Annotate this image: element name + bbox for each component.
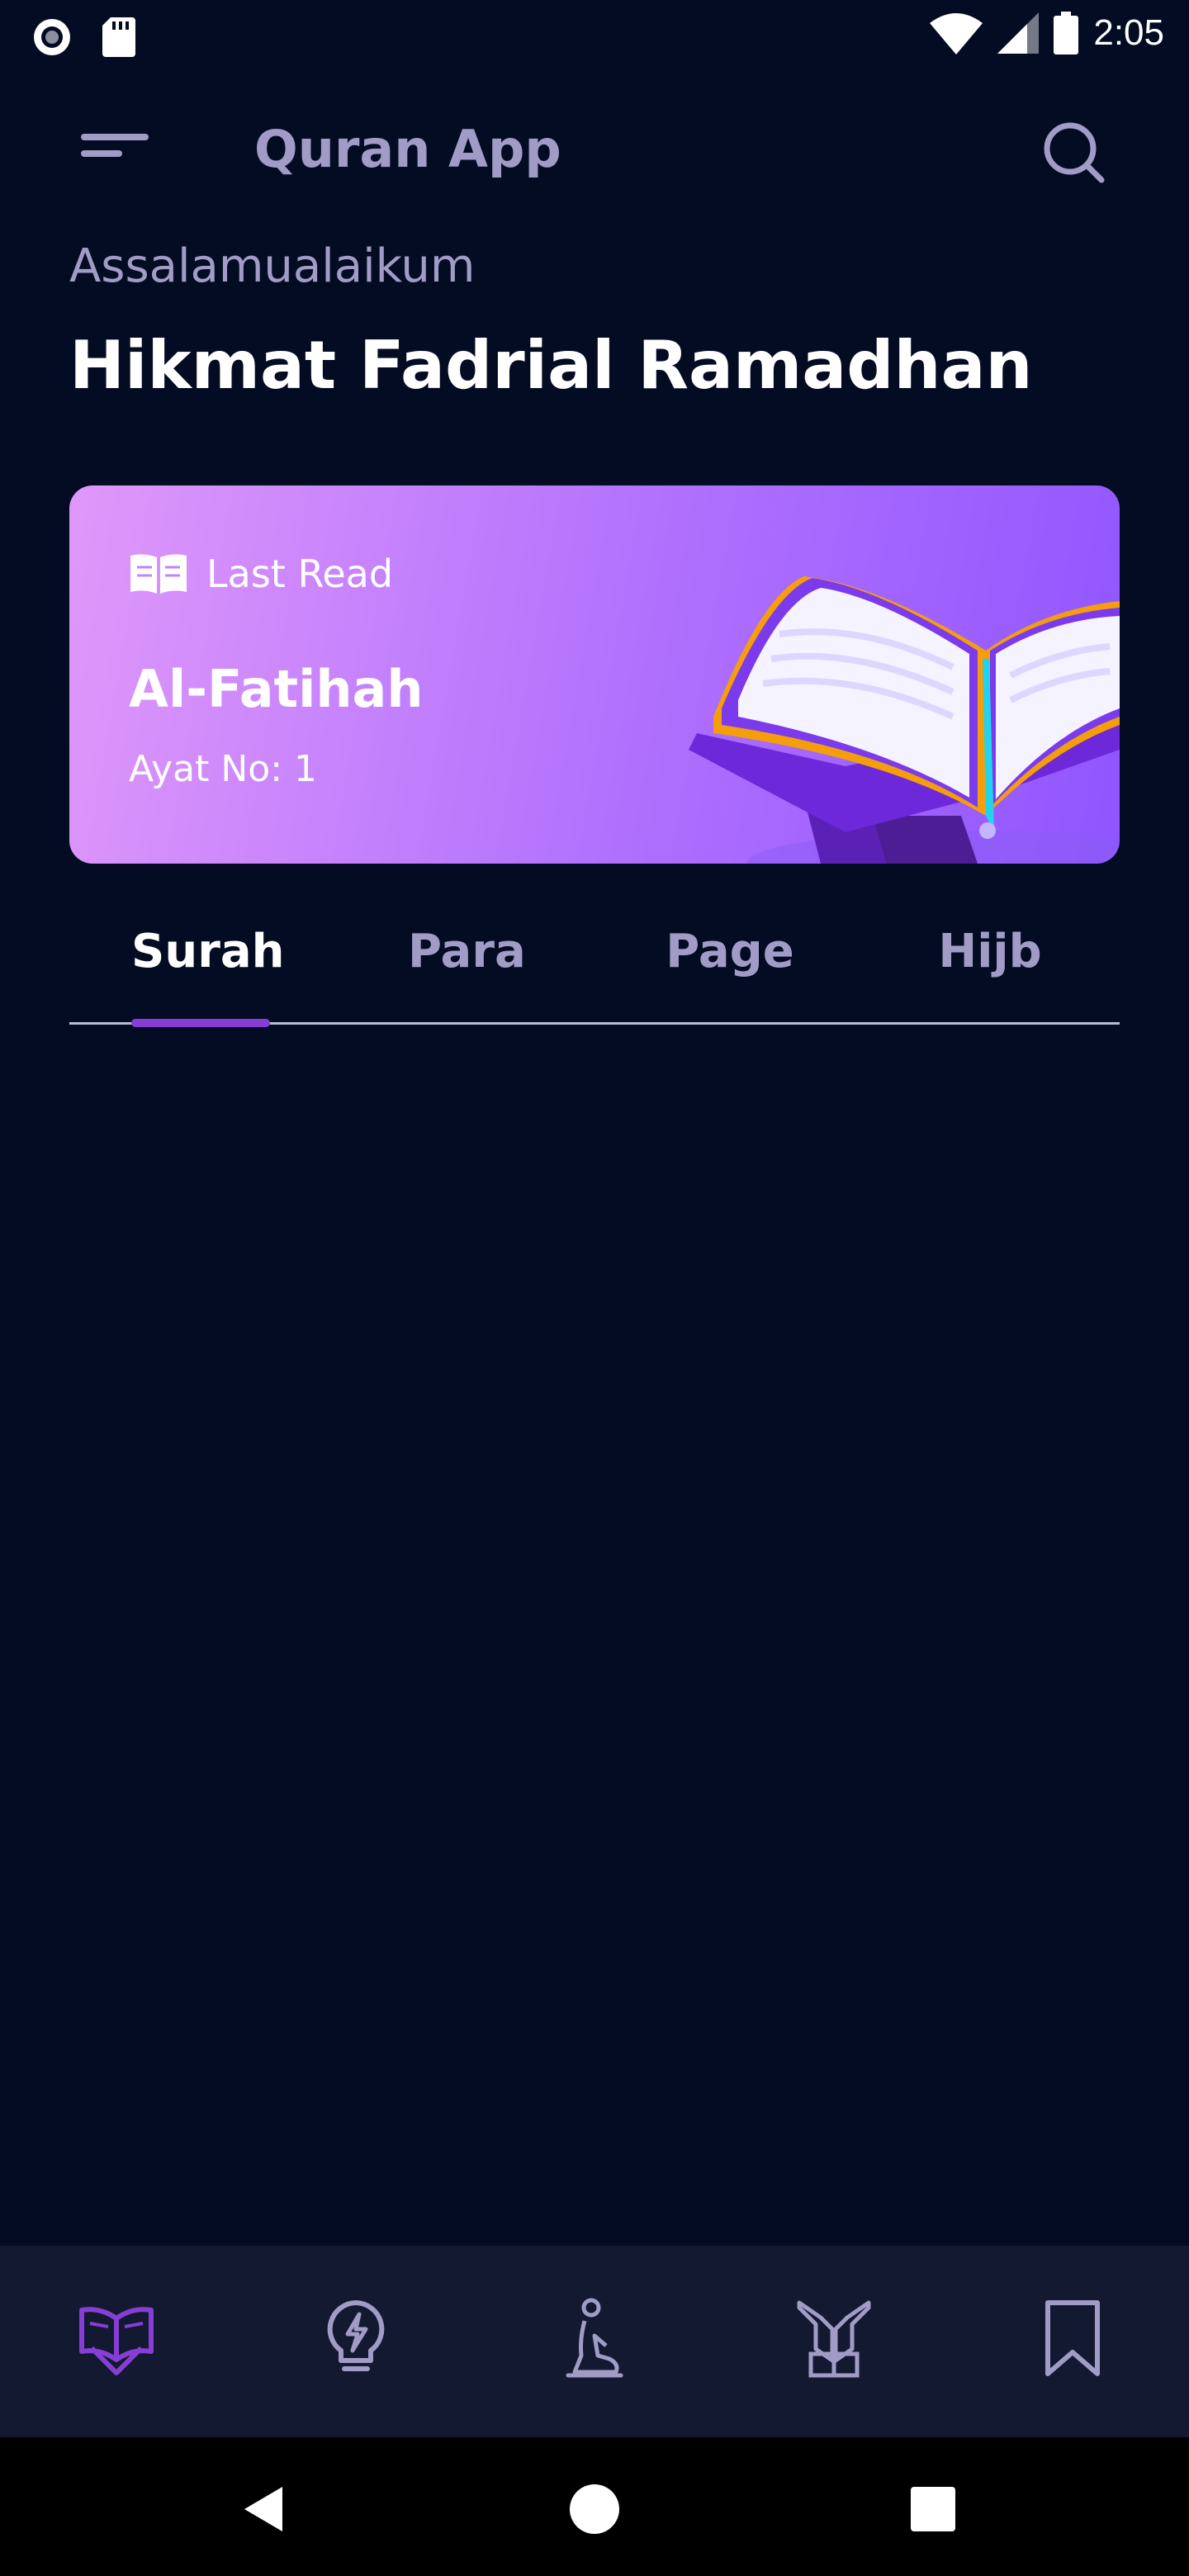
nav-bookmark[interactable] xyxy=(1027,2294,1118,2384)
cell-signal-icon xyxy=(997,12,1040,54)
last-read-label: Last Read xyxy=(206,552,394,596)
bottom-navigation xyxy=(0,2246,1189,2437)
nav-prayer[interactable] xyxy=(549,2294,640,2384)
greeting-text: Assalamualaikum xyxy=(69,239,476,293)
surah-list[interactable] xyxy=(0,1032,1189,2246)
tab-page[interactable]: Page xyxy=(664,925,796,978)
nav-quran[interactable] xyxy=(71,2294,162,2384)
nav-tips[interactable] xyxy=(310,2294,401,2384)
prayer-person-icon xyxy=(566,2298,623,2378)
last-read-ayat: Ayat No: 1 xyxy=(129,748,317,790)
tab-para[interactable]: Para xyxy=(408,925,526,978)
recents-icon[interactable] xyxy=(904,2480,962,2538)
quran-book-icon xyxy=(79,2307,154,2375)
bookmark-icon xyxy=(1045,2300,1100,2376)
last-read-surah: Al-Fatihah xyxy=(129,659,424,719)
praying-hands-icon xyxy=(797,2300,871,2378)
record-icon xyxy=(34,19,70,55)
battery-icon xyxy=(1054,12,1079,54)
quran-illustration xyxy=(689,576,1120,864)
menu-button[interactable] xyxy=(79,129,154,178)
app-bar: Quran App xyxy=(0,107,1189,198)
system-navigation-bar xyxy=(0,2437,1189,2576)
sd-card-icon xyxy=(102,17,135,57)
app-title: Quran App xyxy=(254,119,561,179)
lightbulb-icon xyxy=(327,2300,385,2371)
last-read-header: Last Read xyxy=(129,552,393,596)
status-bar: 2:05 xyxy=(0,0,1189,73)
open-book-icon xyxy=(130,554,187,594)
last-read-card[interactable]: Last Read Al-Fatihah Ayat No: 1 xyxy=(69,485,1120,864)
status-time: 2:05 xyxy=(1093,12,1164,53)
search-button[interactable] xyxy=(1040,117,1110,187)
search-icon xyxy=(1044,122,1105,183)
tab-surah[interactable]: Surah xyxy=(131,925,284,978)
wifi-icon xyxy=(930,13,983,54)
back-icon[interactable] xyxy=(234,2480,292,2538)
tab-bar: Surah Para Page Hijb xyxy=(69,908,1120,1027)
user-name: Hikmat Fadrial Ramadhan xyxy=(69,327,1033,404)
home-icon[interactable] xyxy=(566,2480,623,2538)
menu-icon xyxy=(81,134,149,157)
nav-doa[interactable] xyxy=(789,2294,879,2384)
tab-hijb[interactable]: Hijb xyxy=(936,925,1044,978)
tab-active-indicator xyxy=(131,1019,270,1027)
